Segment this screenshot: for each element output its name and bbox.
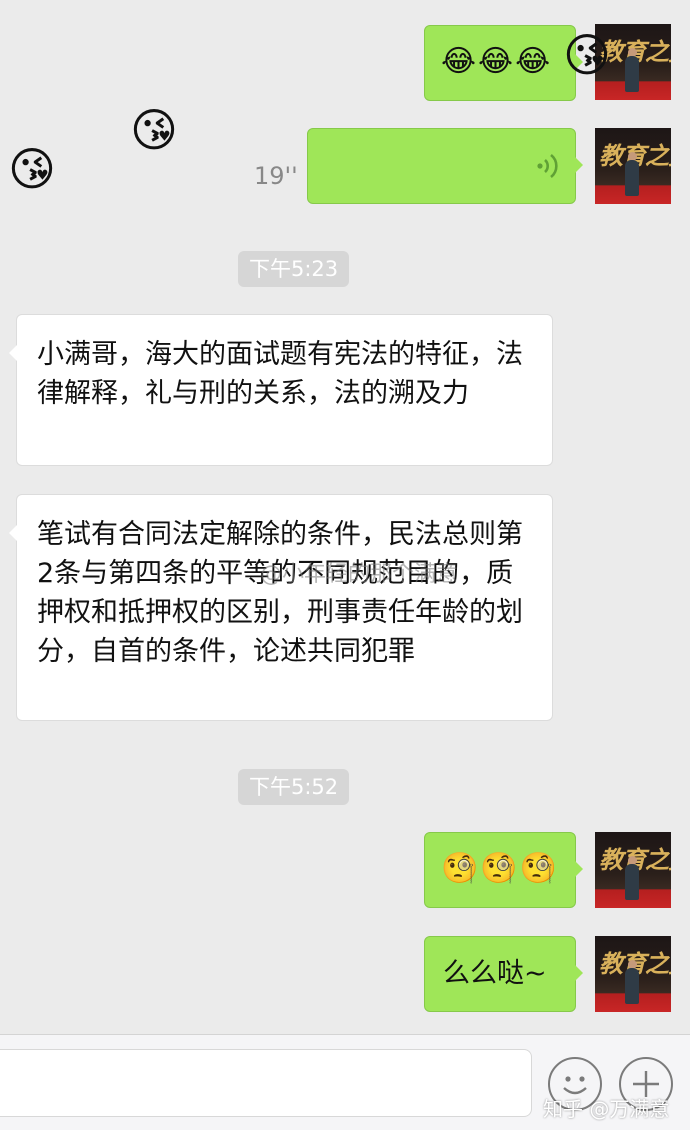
laugh-emoji-row: 😂😂😂 [441,44,553,79]
avatar-person [625,864,639,900]
message-text: 么么哒~ [443,958,547,989]
avatar[interactable]: 教育之变 [595,832,671,908]
bubble-tail [9,345,17,361]
incoming-message[interactable]: 小满哥，海大的面试题有宪法的特征，法律解释，礼与刑的关系，法的溯及力 [9,314,553,466]
message-text: 笔试有合同法定解除的条件，民法总则第2条与第四条的平等的不同规范目的，质押权和抵… [37,519,523,667]
watermark: 知乎 @万满意 [543,1097,670,1121]
thinking-emoji-row: 🧐🧐🧐 [441,851,560,886]
bubble-tail [575,861,583,877]
timestamp: 下午5:23 [238,251,350,287]
voice-wave-icon [537,153,558,179]
voice-duration: 19'' [254,162,298,190]
timestamp: 下午5:52 [238,769,350,805]
voice-message-bubble[interactable] [307,128,583,204]
avatar-person [625,160,639,196]
message-text: 小满哥，海大的面试题有宪法的特征，法律解释，礼与刑的关系，法的溯及力 [37,339,523,409]
bubble-tail [9,525,17,541]
bubble-tail [575,157,583,173]
message-bubble-emoji[interactable]: 🧐🧐🧐 [424,832,583,908]
avatar[interactable]: 教育之变 [595,936,671,1012]
kiss-emoji: 😘 [130,103,178,157]
message-input[interactable] [0,1049,532,1117]
kiss-emoji: 😘 [563,28,611,82]
avatar[interactable]: 教育之变 [595,128,671,204]
kiss-emoji: 😘 [8,142,56,196]
avatar-person [625,56,639,92]
incoming-message[interactable]: 笔试有合同法定解除的条件，民法总则第2条与第四条的平等的不同规范目的，质押权和抵… [9,494,553,721]
message-bubble-emoji[interactable]: 😂😂😂 [424,25,583,101]
avatar-person [625,968,639,1004]
input-bar: 知乎 @万满意 [0,1034,690,1130]
watermark: @小年轻的那个满意 [260,562,459,587]
outgoing-message[interactable]: 么么哒~ [424,936,583,1012]
bubble-tail [575,965,583,981]
